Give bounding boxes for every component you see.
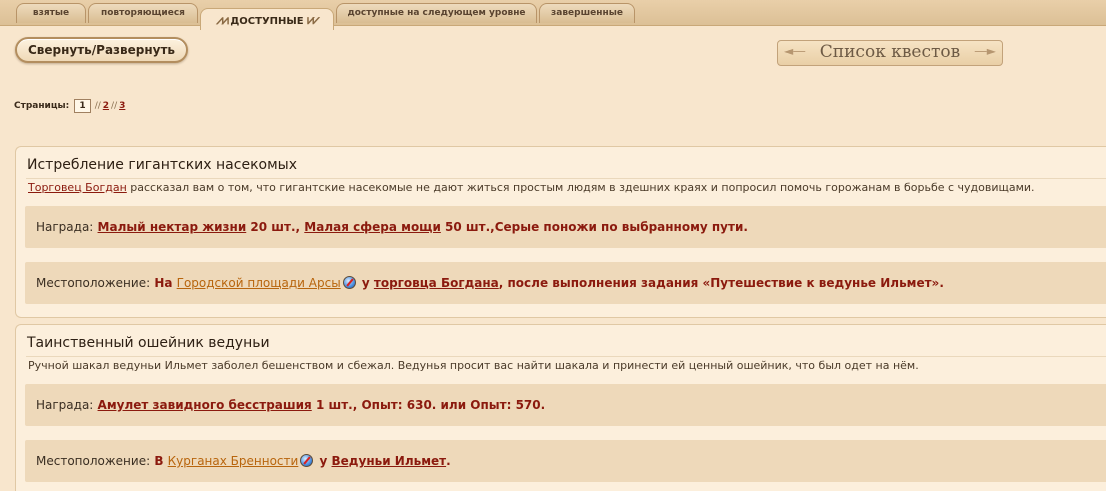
reward-item-link[interactable]: Малая сфера мощи xyxy=(304,220,441,234)
page-separator: // xyxy=(111,101,118,111)
quest-card: Таинственный ошейник ведуньи Ручной шака… xyxy=(15,324,1106,491)
page-link-3[interactable]: 3 xyxy=(119,101,125,111)
tab-completed[interactable]: завершенные xyxy=(539,3,635,23)
location-label: Местоположение: xyxy=(36,276,151,290)
compass-icon[interactable] xyxy=(300,454,314,467)
quest-description: Ручной шакал ведуньи Ильмет заболел беше… xyxy=(28,359,919,372)
location-link[interactable]: Курганах Бренности xyxy=(168,454,299,468)
crossed-swords-icon: ⩘⩘ xyxy=(216,13,229,28)
tab-next-level[interactable]: доступные на следующем уровне xyxy=(336,3,537,23)
location-panel: Местоположение: В Курганах Бренности у В… xyxy=(25,440,1106,482)
crossed-swords-icon: ⩗⩗ xyxy=(307,13,320,28)
reward-label: Награда: xyxy=(36,220,94,234)
page-title-banner: ◄― Список квестов ―► xyxy=(777,40,1003,66)
quest-title: Таинственный ошейник ведуньи xyxy=(27,335,270,351)
npc-link[interactable]: Торговец Богдан xyxy=(28,181,127,194)
reward-label: Награда: xyxy=(36,398,94,412)
location-label: Местоположение: xyxy=(36,454,151,468)
location-link[interactable]: Городской площади Арсы xyxy=(177,276,341,290)
compass-icon[interactable] xyxy=(342,276,356,289)
quest-title: Истребление гигантских насекомых xyxy=(27,157,297,173)
reward-item-link[interactable]: Амулет завидного бесстрашия xyxy=(98,398,312,412)
divider xyxy=(26,356,1106,357)
reward-panel: Награда: Малый нектар жизни 20 шт., Мала… xyxy=(25,206,1106,248)
page-separator: // xyxy=(94,101,101,111)
pagination: Страницы: 1//2//3 xyxy=(14,99,125,113)
tab-available[interactable]: ⩘⩘ ДОСТУПНЫЕ ⩗⩗ xyxy=(200,8,334,30)
quest-description: Торговец Богдан рассказал вам о том, что… xyxy=(28,181,1035,194)
pagination-label: Страницы: xyxy=(14,101,70,111)
tab-repeatable[interactable]: повторяющиеся xyxy=(88,3,198,23)
npc-link[interactable]: Ведуньи Ильмет xyxy=(332,454,447,468)
location-panel: Местоположение: На Городской площади Арс… xyxy=(25,262,1106,304)
page-link-2[interactable]: 2 xyxy=(103,101,109,111)
npc-link[interactable]: торговца Богдана xyxy=(374,276,499,290)
divider xyxy=(26,178,1106,179)
quest-card: Истребление гигантских насекомых Торгове… xyxy=(15,146,1106,318)
collapse-expand-button[interactable]: Свернуть/Развернуть xyxy=(15,37,188,63)
banner-right-ornament-icon: ―► xyxy=(974,44,996,58)
quest-tabs: взятые повторяющиеся ⩘⩘ ДОСТУПНЫЕ ⩗⩗ дос… xyxy=(0,0,1106,30)
page-current: 1 xyxy=(74,99,91,113)
page-title: Список квестов xyxy=(819,42,961,62)
reward-panel: Награда: Амулет завидного бесстрашия 1 ш… xyxy=(25,384,1106,426)
tab-taken[interactable]: взятые xyxy=(16,3,86,23)
reward-item-link[interactable]: Малый нектар жизни xyxy=(98,220,247,234)
